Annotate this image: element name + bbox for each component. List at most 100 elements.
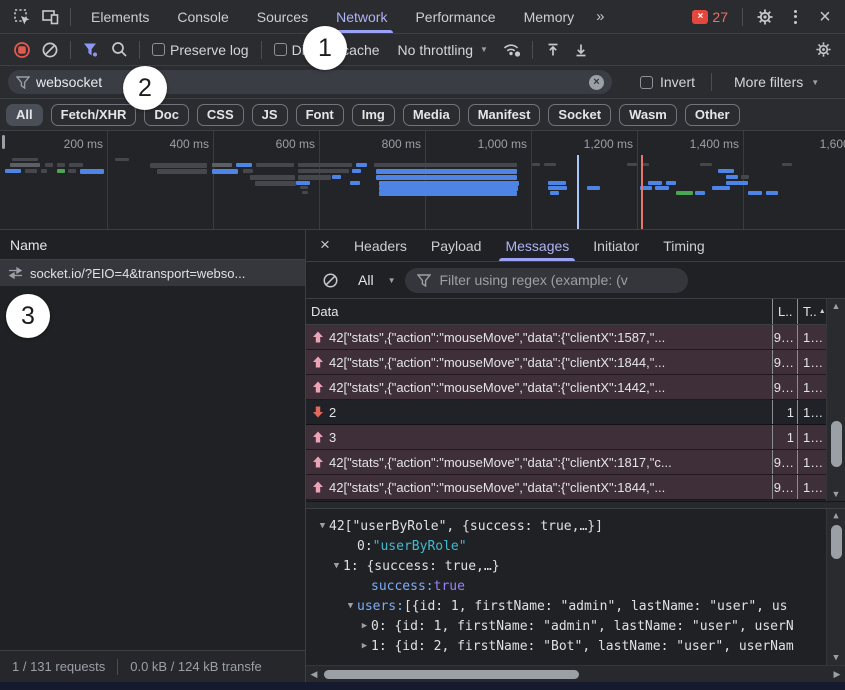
message-text: 42["stats",{"action":"mouseMove","data":… — [329, 380, 665, 395]
tab-console[interactable]: Console — [163, 0, 242, 33]
error-badge[interactable]: × 27 — [686, 9, 734, 25]
more-filters-dropdown[interactable]: More filters ▼ — [734, 74, 819, 90]
scroll-down-icon[interactable]: ▼ — [833, 651, 838, 665]
tree-collapsed-icon[interactable]: ▶ — [358, 641, 371, 651]
chip-img[interactable]: Img — [352, 104, 395, 126]
clear-network-log-icon[interactable] — [36, 37, 64, 63]
tree-collapsed-icon[interactable]: ▶ — [358, 621, 371, 631]
message-row[interactable]: 211… — [306, 400, 845, 425]
kebab-menu-icon[interactable] — [781, 4, 809, 30]
message-row[interactable]: 42["stats",{"action":"mouseMove","data":… — [306, 350, 845, 375]
clear-filter-icon[interactable]: × — [589, 75, 604, 90]
tab-memory[interactable]: Memory — [510, 0, 589, 33]
chip-js[interactable]: JS — [252, 104, 288, 126]
message-row[interactable]: 42["stats",{"action":"mouseMove","data":… — [306, 375, 845, 400]
message-row[interactable]: 311… — [306, 425, 845, 450]
tree-node[interactable]: ▶1: {id: 2, firstName: "Bot", lastName: … — [306, 636, 845, 656]
column-header-length[interactable]: L.. — [772, 299, 797, 324]
filter-input[interactable]: websocket × — [8, 70, 612, 94]
scrollbar-thumb[interactable] — [831, 525, 842, 559]
invert-checkbox[interactable]: Invert — [640, 74, 695, 90]
message-time-cell: 1… — [797, 450, 826, 474]
tab-elements[interactable]: Elements — [77, 0, 163, 33]
waterfall-bar — [25, 169, 37, 173]
clear-messages-icon[interactable] — [316, 267, 344, 293]
detail-tab-messages[interactable]: Messages — [493, 230, 581, 261]
detail-tab-headers[interactable]: Headers — [342, 230, 419, 261]
message-regex-filter-input[interactable]: Filter using regex (example: (v — [405, 268, 688, 293]
message-row[interactable]: 42["stats",{"action":"mouseMove","data":… — [306, 475, 845, 500]
import-har-icon[interactable] — [539, 37, 567, 63]
timeline-grip[interactable] — [2, 135, 5, 149]
scroll-up-icon[interactable]: ▲ — [833, 509, 838, 523]
name-column-header[interactable]: Name — [0, 230, 305, 260]
chip-font[interactable]: Font — [296, 104, 344, 126]
request-row[interactable]: socket.io/?EIO=4&transport=webso... — [0, 260, 305, 286]
tree-node[interactable]: ▶0: {id: 1, firstName: "admin", lastName… — [306, 616, 845, 636]
message-time-cell: 1… — [797, 350, 826, 374]
chip-manifest[interactable]: Manifest — [468, 104, 541, 126]
message-row[interactable]: 42["stats",{"action":"mouseMove","data":… — [306, 325, 845, 350]
record-network-log-icon[interactable] — [8, 37, 36, 63]
column-header-time[interactable]: T..▲ — [797, 299, 826, 324]
tree-expanded-icon[interactable]: ▼ — [344, 601, 357, 611]
divider — [139, 41, 140, 59]
chip-socket[interactable]: Socket — [548, 104, 611, 126]
tree-node[interactable]: ▼users: [{id: 1, firstName: "admin", las… — [306, 596, 845, 616]
preserve-log-checkbox[interactable]: Preserve log — [152, 42, 249, 58]
waterfall-bar — [332, 175, 341, 179]
message-type-value: All — [358, 272, 374, 288]
scroll-up-icon[interactable]: ▲ — [832, 299, 841, 313]
detail-tab-initiator[interactable]: Initiator — [581, 230, 651, 261]
pane-splitter[interactable] — [306, 501, 845, 509]
tree-expanded-icon[interactable]: ▼ — [316, 521, 329, 531]
filter-toggle-icon[interactable] — [77, 37, 105, 63]
tab-sources[interactable]: Sources — [243, 0, 322, 33]
message-row[interactable]: 42["stats",{"action":"mouseMove","data":… — [306, 450, 845, 475]
tree-expanded-icon[interactable]: ▼ — [330, 561, 343, 571]
device-toolbar-icon[interactable] — [36, 4, 64, 30]
network-settings-gear-icon[interactable] — [809, 37, 837, 63]
scroll-right-icon[interactable]: ▶ — [829, 669, 845, 680]
sent-arrow-up-icon — [311, 330, 325, 344]
throttling-dropdown[interactable]: No throttling ▼ — [398, 42, 488, 58]
messages-vertical-scrollbar[interactable]: ▲ ▼ — [826, 299, 845, 501]
chip-wasm[interactable]: Wasm — [619, 104, 677, 126]
close-detail-icon[interactable]: × — [316, 235, 338, 257]
sent-arrow-up-icon — [311, 480, 325, 494]
tree-node[interactable]: ▼42["userByRole", {success: true,…}] — [306, 516, 845, 536]
chip-other[interactable]: Other — [685, 104, 740, 126]
export-har-icon[interactable] — [567, 37, 595, 63]
waterfall-bar — [356, 163, 367, 167]
timeline-gridline — [319, 131, 320, 229]
chevron-down-icon: ▼ — [388, 276, 396, 285]
tree-node[interactable]: ▼1: {success: true,…} — [306, 556, 845, 576]
message-length-cell: 9… — [772, 375, 797, 399]
inspect-element-icon[interactable] — [8, 4, 36, 30]
chip-media[interactable]: Media — [403, 104, 460, 126]
messages-table-header[interactable]: DataL..T..▲ — [306, 299, 845, 325]
scroll-left-icon[interactable]: ◀ — [306, 669, 322, 680]
scrollbar-thumb[interactable] — [324, 670, 579, 679]
chip-css[interactable]: CSS — [197, 104, 244, 126]
column-header-data[interactable]: Data — [306, 299, 772, 324]
detail-tab-payload[interactable]: Payload — [419, 230, 494, 261]
tree-node[interactable]: 0: "userByRole" — [306, 536, 845, 556]
chip-all[interactable]: All — [6, 104, 43, 126]
settings-gear-icon[interactable] — [751, 4, 779, 30]
network-conditions-icon[interactable] — [498, 37, 526, 63]
tab-performance[interactable]: Performance — [401, 0, 509, 33]
close-devtools-icon[interactable]: × — [811, 4, 839, 30]
detail-tab-timing[interactable]: Timing — [651, 230, 717, 261]
more-tabs-button[interactable]: » — [588, 8, 610, 25]
message-type-dropdown[interactable]: All ▼ — [358, 272, 395, 288]
tree-node[interactable]: success: true — [306, 576, 845, 596]
scrollbar-thumb[interactable] — [831, 421, 842, 467]
scroll-down-icon[interactable]: ▼ — [832, 487, 841, 501]
search-icon[interactable] — [105, 37, 133, 63]
waterfall-bar — [41, 169, 47, 173]
tree-vertical-scrollbar[interactable]: ▲ ▼ — [826, 509, 845, 665]
network-overview-timeline[interactable]: 200 ms400 ms600 ms800 ms1,000 ms1,200 ms… — [0, 131, 845, 230]
tree-horizontal-scrollbar[interactable]: ◀ ▶ — [306, 665, 845, 682]
chip-fetchxhr[interactable]: Fetch/XHR — [51, 104, 137, 126]
